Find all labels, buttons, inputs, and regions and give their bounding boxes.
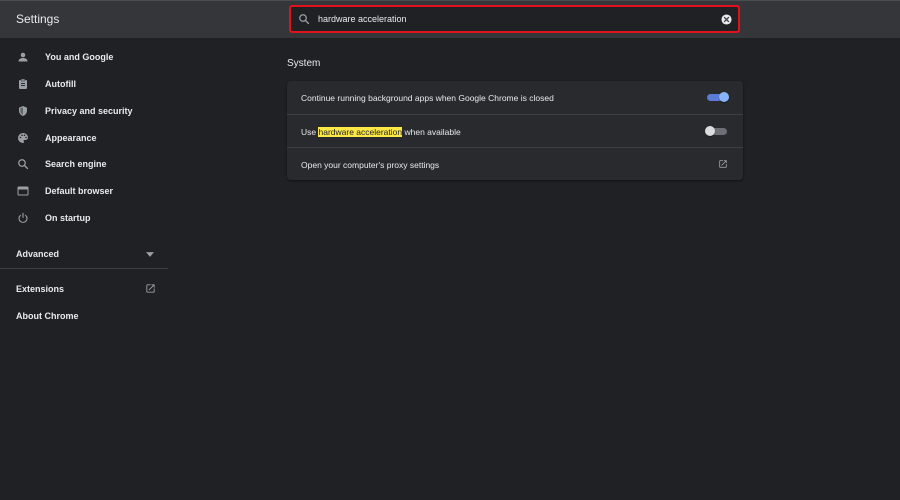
sidebar-item-you-and-google[interactable]: You and Google	[0, 44, 168, 70]
setting-row-proxy-settings[interactable]: Open your computer's proxy settings	[287, 147, 743, 180]
sidebar-item-label: Default browser	[45, 186, 114, 196]
sidebar-item-label: You and Google	[45, 52, 114, 62]
person-icon	[18, 52, 28, 62]
sidebar-item-search-engine[interactable]: Search engine	[0, 151, 168, 177]
search-icon	[18, 159, 29, 170]
power-icon	[18, 212, 28, 223]
sidebar-item-label: Appearance	[45, 133, 97, 143]
open-in-new-icon	[146, 284, 155, 293]
toggle-knob	[705, 126, 715, 136]
sidebar-item-default-browser[interactable]: Default browser	[0, 178, 168, 204]
setting-label: Open your computer's proxy settings	[301, 160, 440, 170]
setting-row-hardware-acceleration: Use hardware acceleration when available	[287, 114, 743, 147]
settings-sidebar: You and Google Autofill Privacy and secu…	[0, 38, 168, 500]
system-settings-card: Continue running background apps when Go…	[287, 81, 743, 180]
sidebar-item-label: Privacy and security	[45, 106, 133, 116]
sidebar-advanced-toggle[interactable]: Advanced	[0, 243, 168, 265]
sidebar-item-extensions[interactable]: Extensions	[0, 281, 168, 297]
sidebar-item-label: About Chrome	[16, 311, 79, 321]
sidebar-divider	[0, 268, 168, 269]
sidebar-item-appearance[interactable]: Appearance	[0, 125, 168, 151]
sidebar-item-on-startup[interactable]: On startup	[0, 205, 168, 231]
sidebar-item-label: Extensions	[16, 284, 65, 294]
search-icon	[299, 14, 310, 25]
search-input[interactable]	[318, 11, 698, 27]
setting-label-suffix: when available	[402, 127, 461, 137]
search-match-highlight: hardware acceleration	[318, 127, 403, 137]
sidebar-item-label: Autofill	[45, 79, 76, 89]
browser-icon	[17, 186, 29, 196]
setting-label: Continue running background apps when Go…	[301, 93, 554, 103]
sidebar-item-about-chrome[interactable]: About Chrome	[0, 308, 168, 324]
section-title: System	[287, 58, 321, 69]
shield-icon	[19, 106, 27, 116]
search-box[interactable]	[289, 5, 740, 33]
setting-label: Use hardware acceleration when available	[301, 127, 461, 137]
sidebar-item-autofill[interactable]: Autofill	[0, 71, 168, 97]
setting-row-background-apps: Continue running background apps when Go…	[287, 81, 743, 114]
toggle-knob	[719, 92, 729, 102]
chevron-down-icon	[146, 252, 154, 257]
settings-toolbar: Settings	[0, 0, 900, 38]
palette-icon	[18, 133, 28, 143]
sidebar-advanced-label: Advanced	[16, 249, 60, 259]
open-in-new-icon[interactable]	[718, 159, 728, 169]
sidebar-item-label: On startup	[45, 213, 91, 223]
clear-search-icon[interactable]	[721, 14, 732, 25]
setting-label-prefix: Use	[301, 127, 319, 137]
clipboard-icon	[19, 78, 27, 89]
sidebar-item-label: Search engine	[45, 159, 107, 169]
background-apps-toggle[interactable]	[707, 92, 729, 102]
sidebar-item-privacy-and-security[interactable]: Privacy and security	[0, 98, 168, 124]
page-title: Settings	[16, 12, 60, 26]
hardware-acceleration-toggle[interactable]	[705, 126, 727, 136]
